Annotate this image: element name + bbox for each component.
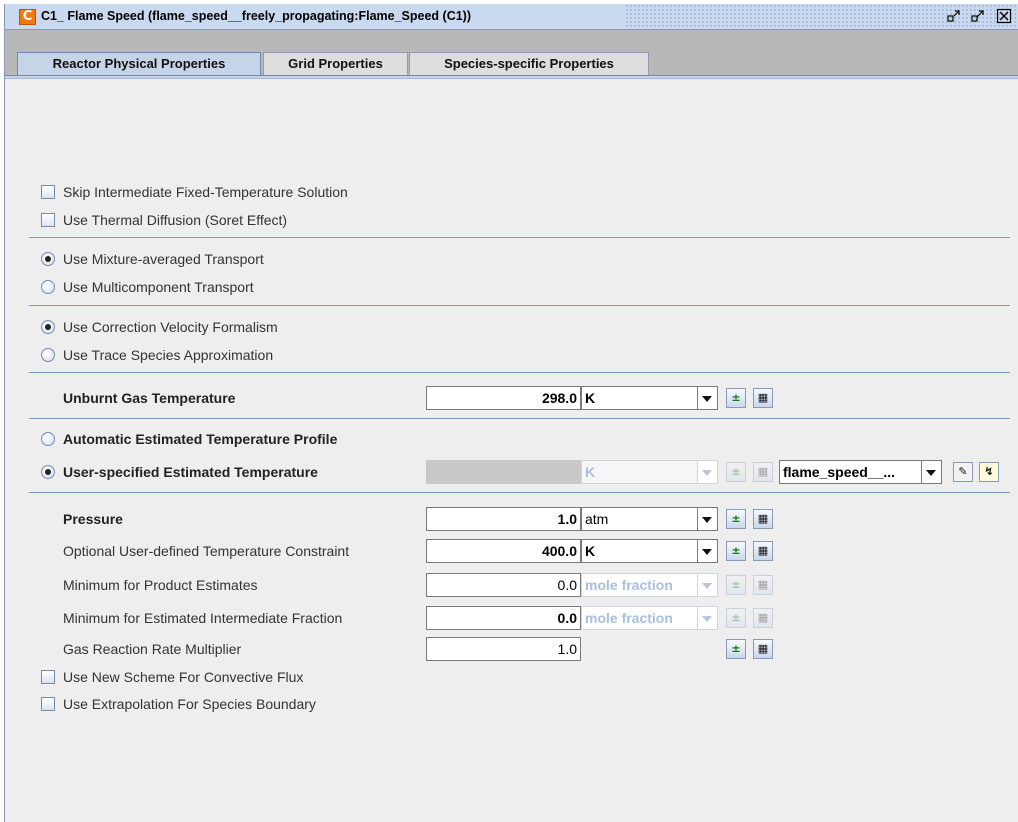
multicomponent-transport-radio[interactable]: [41, 280, 55, 294]
parameter-study-icon: ▦: [753, 608, 773, 628]
correction-velocity-row: Use Correction Velocity Formalism: [5, 314, 1018, 340]
mixture-transport-row: Use Mixture-averaged Transport: [5, 246, 1018, 272]
min-intermediate-label: Minimum for Estimated Intermediate Fract…: [63, 610, 343, 626]
new-scheme-row: Use New Scheme For Convective Flux: [5, 664, 1018, 690]
chevron-down-icon[interactable]: [922, 460, 942, 484]
extrapolation-row: Use Extrapolation For Species Boundary: [5, 691, 1018, 717]
separator: [29, 492, 1010, 493]
extrapolation-label: Use Extrapolation For Species Boundary: [63, 696, 316, 712]
multicomponent-transport-row: Use Multicomponent Transport: [5, 274, 1018, 300]
multicomponent-transport-label: Use Multicomponent Transport: [63, 279, 254, 295]
min-intermediate-row: Minimum for Estimated Intermediate Fract…: [5, 605, 1018, 631]
chevron-down-icon: [698, 460, 718, 484]
pressure-input[interactable]: 1.0: [426, 507, 581, 531]
tab-species-specific-properties[interactable]: Species-specific Properties: [409, 52, 649, 75]
min-product-row: Minimum for Product Estimates 0.0 mole f…: [5, 572, 1018, 598]
mixture-transport-label: Use Mixture-averaged Transport: [63, 251, 264, 267]
app-logo: C: [19, 9, 36, 25]
skip-intermediate-checkbox[interactable]: [41, 185, 55, 199]
reactor-physical-properties-panel: Skip Intermediate Fixed-Temperature Solu…: [5, 79, 1018, 822]
unburnt-temp-row: Unburnt Gas Temperature 298.0 K ± ▦: [5, 385, 1018, 411]
user-temp-profile-label: User-specified Estimated Temperature: [63, 464, 318, 480]
min-product-label: Minimum for Product Estimates: [63, 577, 258, 593]
tab-reactor-physical-properties[interactable]: Reactor Physical Properties: [17, 52, 261, 76]
separator: [29, 305, 1010, 306]
trace-species-label: Use Trace Species Approximation: [63, 347, 274, 363]
separator: [29, 418, 1010, 419]
add-remove-icon[interactable]: ±: [726, 541, 746, 561]
add-remove-icon: ±: [726, 575, 746, 595]
temp-profile-select[interactable]: flame_speed__...: [779, 460, 922, 484]
add-remove-icon[interactable]: ±: [726, 388, 746, 408]
temp-constraint-input[interactable]: 400.0: [426, 539, 581, 563]
add-remove-icon: ±: [726, 608, 746, 628]
thermal-diffusion-row: Use Thermal Diffusion (Soret Effect): [5, 207, 1018, 233]
chevron-down-icon[interactable]: [698, 539, 718, 563]
tab-grid-properties[interactable]: Grid Properties: [263, 52, 408, 75]
temp-constraint-unit-select[interactable]: K: [581, 539, 698, 563]
extrapolation-checkbox[interactable]: [41, 697, 55, 711]
unburnt-temp-label: Unburnt Gas Temperature: [63, 390, 236, 406]
correction-velocity-radio[interactable]: [41, 320, 55, 334]
temp-constraint-row: Optional User-defined Temperature Constr…: [5, 538, 1018, 564]
pressure-row: Pressure 1.0 atm ± ▦: [5, 506, 1018, 532]
auto-temp-profile-label: Automatic Estimated Temperature Profile: [63, 431, 338, 447]
skip-intermediate-label: Skip Intermediate Fixed-Temperature Solu…: [63, 184, 348, 200]
title-bar[interactable]: C C1_ Flame Speed (flame_speed__freely_p…: [5, 4, 1018, 30]
add-remove-icon[interactable]: ±: [726, 639, 746, 659]
rate-multiplier-row: Gas Reaction Rate Multiplier 1.0 ± ▦: [5, 636, 1018, 662]
user-temp-profile-row: User-specified Estimated Temperature K ±…: [5, 459, 1018, 485]
pencil-icon[interactable]: ✎: [953, 462, 973, 482]
trace-species-row: Use Trace Species Approximation: [5, 342, 1018, 368]
title-area: C C1_ Flame Speed (flame_speed__freely_p…: [5, 4, 625, 29]
skip-intermediate-row: Skip Intermediate Fixed-Temperature Solu…: [5, 179, 1018, 205]
unburnt-temp-input[interactable]: 298.0: [426, 386, 581, 410]
trace-species-radio[interactable]: [41, 348, 55, 362]
min-product-unit-select: mole fraction: [581, 573, 698, 597]
add-remove-icon: ±: [726, 462, 746, 482]
maximize-icon[interactable]: [969, 8, 987, 26]
thermal-diffusion-label: Use Thermal Diffusion (Soret Effect): [63, 212, 288, 228]
mixture-transport-radio[interactable]: [41, 252, 55, 266]
parameter-study-icon: ▦: [753, 462, 773, 482]
new-scheme-label: Use New Scheme For Convective Flux: [63, 669, 304, 685]
temp-constraint-label: Optional User-defined Temperature Constr…: [63, 543, 350, 559]
parameter-study-icon[interactable]: ▦: [753, 509, 773, 529]
pressure-label: Pressure: [63, 511, 123, 527]
add-remove-icon[interactable]: ±: [726, 509, 746, 529]
separator: [29, 237, 1010, 238]
min-intermediate-unit-select: mole fraction: [581, 606, 698, 630]
user-temp-profile-radio[interactable]: [41, 465, 55, 479]
parameter-study-icon[interactable]: ▦: [753, 541, 773, 561]
tab-strip: Reactor Physical Properties Grid Propert…: [5, 30, 1018, 76]
chevron-down-icon: [698, 573, 718, 597]
separator: [29, 372, 1010, 373]
correction-velocity-label: Use Correction Velocity Formalism: [63, 319, 278, 335]
minimize-icon[interactable]: [945, 8, 963, 26]
chevron-down-icon[interactable]: [698, 386, 718, 410]
unburnt-temp-unit-select[interactable]: K: [581, 386, 698, 410]
auto-temp-profile-row: Automatic Estimated Temperature Profile: [5, 426, 1018, 452]
close-icon[interactable]: [995, 8, 1013, 26]
user-temp-input: [426, 460, 581, 484]
auto-temp-profile-radio[interactable]: [41, 432, 55, 446]
user-temp-unit-select: K: [581, 460, 698, 484]
flame-speed-window: C C1_ Flame Speed (flame_speed__freely_p…: [4, 4, 1018, 822]
chevron-down-icon: [698, 606, 718, 630]
new-scheme-checkbox[interactable]: [41, 670, 55, 684]
min-product-input[interactable]: 0.0: [426, 573, 581, 597]
pressure-unit-select[interactable]: atm: [581, 507, 698, 531]
rate-multiplier-input[interactable]: 1.0: [426, 637, 581, 661]
rate-multiplier-label: Gas Reaction Rate Multiplier: [63, 641, 242, 657]
thermal-diffusion-checkbox[interactable]: [41, 213, 55, 227]
chevron-down-icon[interactable]: [698, 507, 718, 531]
window-title: C1_ Flame Speed (flame_speed__freely_pro…: [41, 9, 472, 23]
profile-chart-icon[interactable]: ↯: [979, 462, 999, 482]
parameter-study-icon[interactable]: ▦: [753, 388, 773, 408]
parameter-study-icon[interactable]: ▦: [753, 639, 773, 659]
min-intermediate-input[interactable]: 0.0: [426, 606, 581, 630]
parameter-study-icon: ▦: [753, 575, 773, 595]
